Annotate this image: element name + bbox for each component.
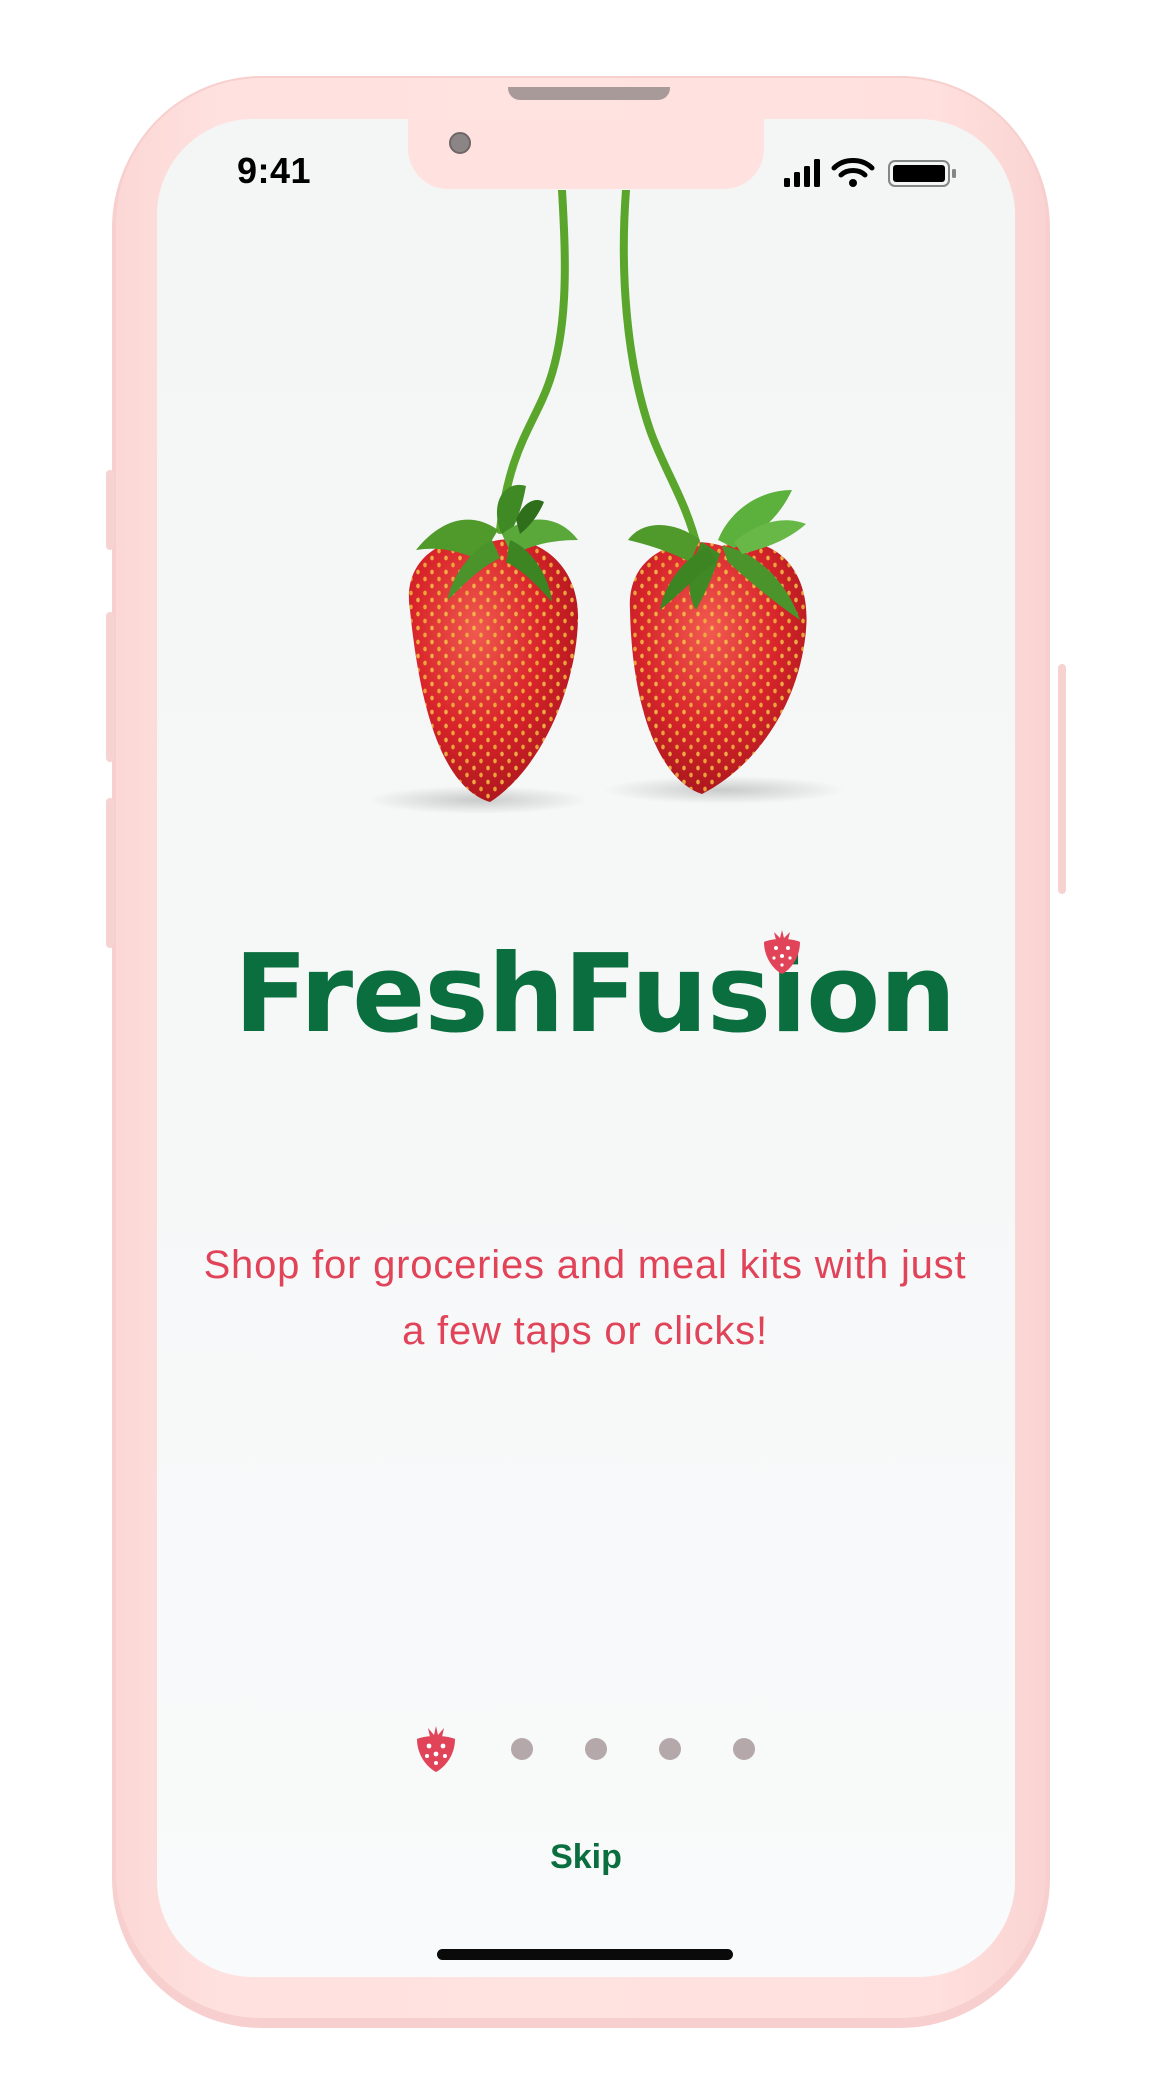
- home-indicator[interactable]: [437, 1949, 733, 1960]
- skip-button[interactable]: Skip: [536, 1838, 636, 1877]
- brand-name: FreshFusion: [234, 932, 956, 1057]
- brand-logo: FreshFusion: [234, 930, 956, 1060]
- volume-down-button: [106, 798, 114, 948]
- page-indicator-dot-3[interactable]: [585, 1738, 607, 1760]
- power-button: [1058, 664, 1066, 894]
- strawberries-image: [368, 190, 844, 814]
- page-indicator: [410, 1724, 770, 1772]
- earpiece-speaker: [508, 87, 670, 100]
- battery-icon: [888, 160, 956, 187]
- onboarding-tagline: Shop for groceries and meal kits with ju…: [203, 1243, 967, 1353]
- page-indicator-dot-2[interactable]: [511, 1738, 533, 1760]
- phone-mockup-stage: 9:41 FreshFusion Shop for groceries and …: [0, 0, 1161, 2077]
- page-indicator-active-strawberry-icon[interactable]: [414, 1724, 458, 1772]
- signal-icon: [784, 159, 820, 187]
- status-time: 9:41: [237, 150, 312, 191]
- notch: [408, 119, 764, 189]
- volume-up-button: [106, 612, 114, 762]
- status-icons: [784, 158, 956, 187]
- mute-switch: [106, 470, 114, 550]
- front-camera: [449, 132, 471, 154]
- strawberry-icon: [764, 930, 800, 974]
- wifi-icon: [831, 158, 875, 187]
- page-indicator-dot-4[interactable]: [659, 1738, 681, 1760]
- page-indicator-dot-5[interactable]: [733, 1738, 755, 1760]
